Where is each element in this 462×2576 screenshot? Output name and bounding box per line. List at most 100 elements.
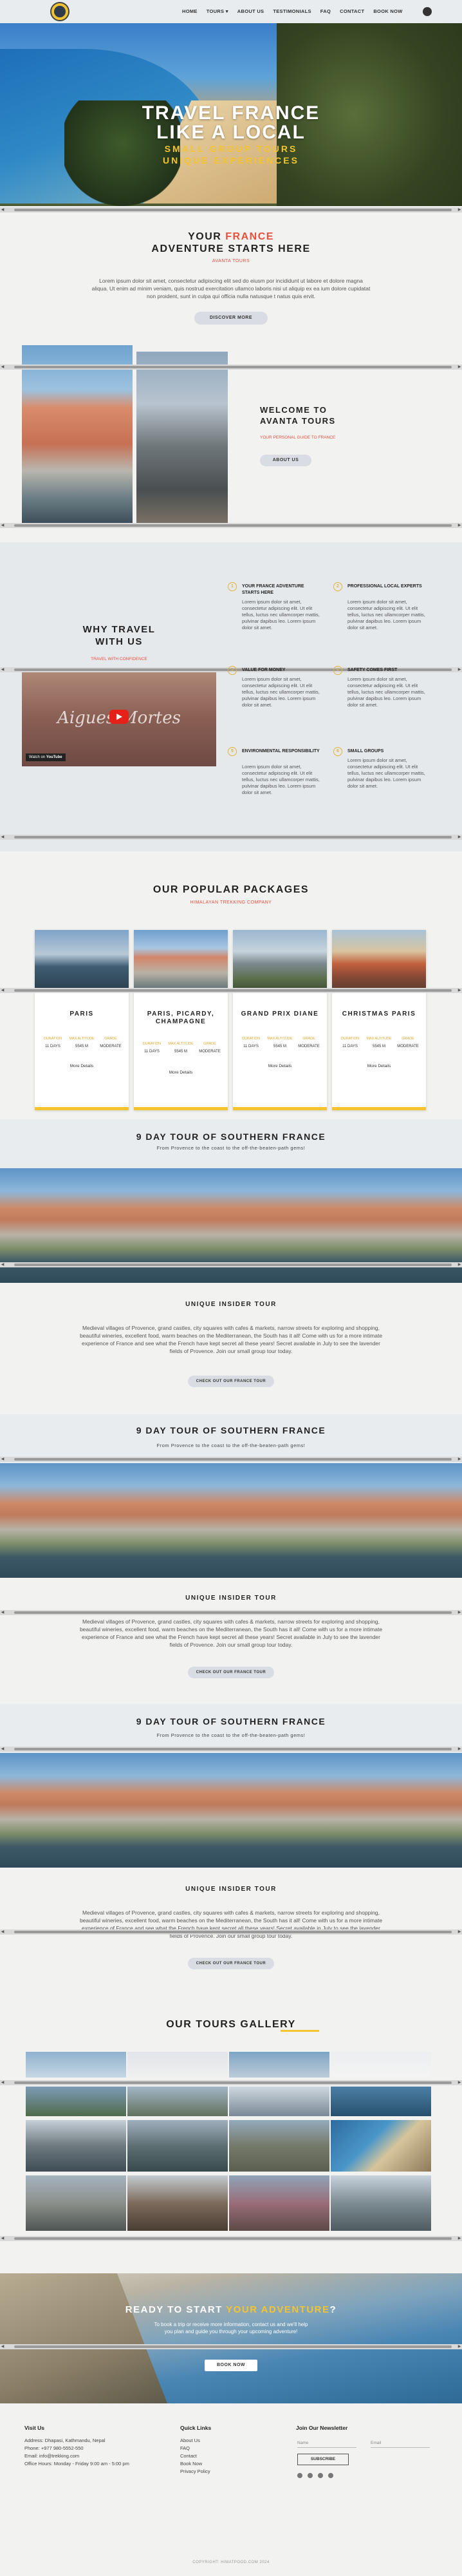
gallery-image[interactable] — [229, 2120, 329, 2172]
scroll-right-icon[interactable]: ▶ — [457, 207, 462, 213]
scroll-thumb[interactable] — [14, 2237, 452, 2240]
footer-link[interactable]: Privacy Policy — [180, 2468, 257, 2476]
scroll-thumb[interactable] — [14, 989, 452, 992]
gallery-image[interactable] — [331, 2087, 431, 2116]
play-icon[interactable] — [109, 710, 129, 724]
horizontal-scrollbar[interactable]: ◀▶ — [0, 1747, 462, 1752]
scroll-right-icon[interactable]: ▶ — [457, 2344, 462, 2349]
scroll-thumb[interactable] — [14, 524, 452, 527]
more-details-link[interactable]: More Details — [134, 1070, 228, 1075]
gallery-image[interactable] — [229, 2052, 329, 2078]
scroll-right-icon[interactable]: ▶ — [457, 1747, 462, 1752]
scroll-thumb[interactable] — [14, 2081, 452, 2084]
about-us-button[interactable]: ABOUT US — [260, 455, 311, 466]
watch-on-youtube[interactable]: Watch on YouTube — [26, 753, 66, 761]
horizontal-scrollbar[interactable]: ◀▶ — [0, 207, 462, 213]
nav-faq[interactable]: FAQ — [320, 8, 331, 14]
gallery-image[interactable] — [331, 2120, 431, 2172]
horizontal-scrollbar[interactable]: ◀▶ — [0, 1929, 462, 1935]
scroll-right-icon[interactable]: ▶ — [457, 365, 462, 370]
gallery-image[interactable] — [127, 2175, 228, 2231]
gallery-image[interactable] — [26, 2087, 126, 2116]
scroll-left-icon[interactable]: ◀ — [0, 2080, 5, 2085]
scroll-thumb[interactable] — [14, 366, 452, 368]
scroll-left-icon[interactable]: ◀ — [0, 667, 5, 672]
horizontal-scrollbar[interactable]: ◀▶ — [0, 1262, 462, 1267]
gallery-image[interactable] — [331, 2052, 431, 2078]
scroll-left-icon[interactable]: ◀ — [0, 835, 5, 840]
gallery-image[interactable] — [26, 2052, 126, 2078]
gallery-image[interactable] — [229, 2087, 329, 2116]
footer-link[interactable]: About Us — [180, 2437, 257, 2445]
gallery-image[interactable] — [26, 2120, 126, 2172]
scroll-right-icon[interactable]: ▶ — [457, 988, 462, 993]
scroll-left-icon[interactable]: ◀ — [0, 1929, 5, 1935]
video-embed[interactable]: Aigues-Mortes Watch on YouTube — [22, 670, 216, 766]
scroll-left-icon[interactable]: ◀ — [0, 1457, 5, 1462]
scroll-thumb[interactable] — [14, 1264, 452, 1266]
facebook-icon[interactable] — [297, 2473, 302, 2478]
language-globe-icon[interactable] — [423, 7, 432, 16]
horizontal-scrollbar[interactable]: ◀▶ — [0, 2080, 462, 2085]
gallery-image[interactable] — [127, 2120, 228, 2172]
scroll-thumb[interactable] — [14, 1458, 452, 1461]
scroll-right-icon[interactable]: ▶ — [457, 667, 462, 672]
scroll-thumb[interactable] — [14, 1611, 452, 1614]
subscribe-button[interactable]: SUBSCRIBE — [297, 2454, 349, 2465]
scroll-left-icon[interactable]: ◀ — [0, 988, 5, 993]
package-card[interactable]: GRAND PRIX DIANE DURATION MAX ALTITUDE GRA… — [233, 930, 327, 1110]
scroll-left-icon[interactable]: ◀ — [0, 2344, 5, 2349]
gallery-image[interactable] — [127, 2087, 228, 2116]
scroll-left-icon[interactable]: ◀ — [0, 1262, 5, 1267]
horizontal-scrollbar[interactable]: ◀▶ — [0, 523, 462, 528]
horizontal-scrollbar[interactable]: ◀▶ — [0, 2236, 462, 2241]
scroll-right-icon[interactable]: ▶ — [457, 2236, 462, 2241]
instagram-icon[interactable] — [308, 2473, 313, 2478]
scroll-left-icon[interactable]: ◀ — [0, 365, 5, 370]
nav-about[interactable]: ABOUT US — [237, 8, 264, 14]
scroll-thumb[interactable] — [14, 2345, 452, 2348]
nav-home[interactable]: HOME — [182, 8, 198, 14]
scroll-thumb[interactable] — [14, 209, 452, 211]
site-logo[interactable] — [50, 2, 69, 21]
twitter-icon[interactable] — [318, 2473, 323, 2478]
footer-link[interactable]: Book Now — [180, 2460, 257, 2468]
scroll-right-icon[interactable]: ▶ — [457, 1929, 462, 1935]
scroll-left-icon[interactable]: ◀ — [0, 2236, 5, 2241]
more-details-link[interactable]: More Details — [332, 1064, 426, 1068]
horizontal-scrollbar[interactable]: ◀▶ — [0, 365, 462, 370]
scroll-left-icon[interactable]: ◀ — [0, 523, 5, 528]
gallery-image[interactable] — [26, 2175, 126, 2231]
scroll-right-icon[interactable]: ▶ — [457, 1262, 462, 1267]
more-details-link[interactable]: More Details — [233, 1064, 327, 1068]
more-details-link[interactable]: More Details — [35, 1064, 129, 1068]
discover-more-button[interactable]: DISCOVER MORE — [194, 312, 268, 325]
horizontal-scrollbar[interactable]: ◀▶ — [0, 1457, 462, 1462]
footer-link[interactable]: Contact — [180, 2452, 257, 2460]
gallery-image[interactable] — [229, 2175, 329, 2231]
scroll-thumb[interactable] — [14, 1748, 452, 1750]
nav-tours[interactable]: TOURS ▾ — [207, 8, 228, 14]
scroll-thumb[interactable] — [14, 836, 452, 838]
gallery-image[interactable] — [127, 2052, 228, 2078]
package-card[interactable]: CHRISTMAS PARIS DURATION MAX ALTITUDE GRAD… — [332, 930, 426, 1110]
horizontal-scrollbar[interactable]: ◀▶ — [0, 988, 462, 993]
check-tour-button[interactable]: CHECK OUT OUR FRANCE TOUR — [188, 1958, 274, 1969]
gallery-image[interactable] — [331, 2175, 431, 2231]
package-card[interactable]: PARIS DURATION MAX ALTITUDE GRADE 11 DAYS 5… — [35, 930, 129, 1110]
footer-link[interactable]: FAQ — [180, 2445, 257, 2452]
newsletter-email-input[interactable]: Email — [371, 2441, 430, 2448]
horizontal-scrollbar[interactable]: ◀▶ — [0, 1610, 462, 1615]
scroll-right-icon[interactable]: ▶ — [457, 835, 462, 840]
scroll-right-icon[interactable]: ▶ — [457, 1457, 462, 1462]
package-card[interactable]: PARIS, PICARDY, CHAMPAGNE DURATION MAX ALT… — [134, 930, 228, 1110]
horizontal-scrollbar[interactable]: ◀▶ — [0, 835, 462, 840]
scroll-left-icon[interactable]: ◀ — [0, 1610, 5, 1615]
scroll-left-icon[interactable]: ◀ — [0, 207, 5, 213]
nav-book-now[interactable]: BOOK NOW — [373, 8, 402, 14]
nav-contact[interactable]: CONTACT — [340, 8, 364, 14]
scroll-right-icon[interactable]: ▶ — [457, 1610, 462, 1615]
nav-testimonials[interactable]: TESTIMONIALS — [273, 8, 311, 14]
book-now-button[interactable]: BOOK NOW — [205, 2360, 257, 2371]
newsletter-name-input[interactable]: Name — [297, 2441, 356, 2448]
